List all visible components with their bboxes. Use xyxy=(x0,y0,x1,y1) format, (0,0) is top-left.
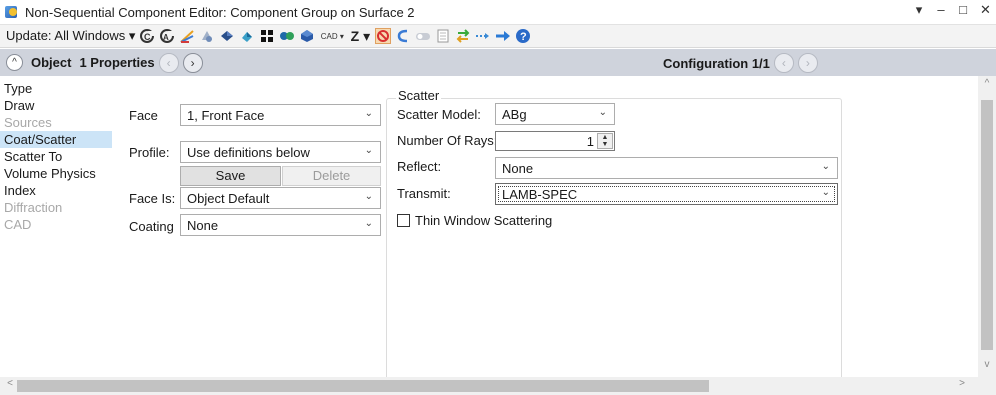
coating-label: Coating xyxy=(129,219,174,234)
scatter-model-label: Scatter Model: xyxy=(397,107,481,122)
prev-config-button[interactable]: ‹ xyxy=(773,53,794,73)
arrow-right-icon[interactable] xyxy=(495,28,511,44)
prev-object-button[interactable]: ‹ xyxy=(158,52,179,73)
grid-icon[interactable] xyxy=(259,28,275,44)
scatter-group-title: Scatter xyxy=(396,88,442,103)
scatter-model-select[interactable]: ABg ⌄ xyxy=(495,103,615,125)
transmit-label: Transmit: xyxy=(397,186,451,201)
profile-label: Profile: xyxy=(129,145,170,160)
toolbar: Update: All Windows ▾ C A CAD ▾ Z ▾ ? xyxy=(0,24,996,48)
configuration-label: Configuration 1/1 xyxy=(663,55,770,71)
scatter-model-value: ABg xyxy=(502,106,527,122)
reflect-label: Reflect: xyxy=(397,159,442,174)
nav-item-volume-physics[interactable]: Volume Physics xyxy=(0,165,112,182)
chevron-down-icon: ⌄ xyxy=(364,218,373,229)
thin-window-checkbox[interactable] xyxy=(397,214,410,227)
save-button[interactable]: Save xyxy=(180,166,281,186)
dots-icon[interactable] xyxy=(279,28,295,44)
delete-button[interactable]: Delete xyxy=(282,166,381,186)
nav-item-cad[interactable]: CAD xyxy=(0,216,112,233)
horizontal-scroll-thumb[interactable] xyxy=(17,380,709,392)
title-bar: Non-Sequential Component Editor: Compone… xyxy=(0,0,996,24)
window-controls: ▾ – □ ✕ xyxy=(914,2,991,18)
window-title: Non-Sequential Component Editor: Compone… xyxy=(25,4,415,20)
face-value: 1, Front Face xyxy=(187,107,265,123)
scroll-down-icon[interactable]: v xyxy=(978,359,996,375)
object-label: Object xyxy=(31,55,72,70)
chevron-down-icon: ⌄ xyxy=(364,108,373,119)
vertical-scroll-thumb[interactable] xyxy=(981,100,993,350)
nav-item-index[interactable]: Index xyxy=(0,182,112,199)
svg-text:A: A xyxy=(163,33,169,42)
spin-arrows-icon[interactable]: ▲ ▼ xyxy=(597,133,613,149)
app-icon xyxy=(5,5,19,19)
horizontal-scrollbar[interactable]: < > xyxy=(0,377,978,395)
toggle-icon[interactable] xyxy=(415,28,431,44)
object-icon[interactable] xyxy=(239,28,255,44)
face-select[interactable]: 1, Front Face ⌄ xyxy=(180,104,381,126)
page-icon[interactable] xyxy=(435,28,451,44)
next-config-button[interactable]: › xyxy=(797,53,818,73)
maximize-icon[interactable]: □ xyxy=(958,2,968,18)
dots-arrow-icon[interactable] xyxy=(475,28,491,44)
thin-window-label: Thin Window Scattering xyxy=(415,213,553,228)
sphere-icon[interactable] xyxy=(299,28,315,44)
profile-value: Use definitions below xyxy=(187,144,310,160)
no-icon[interactable] xyxy=(375,28,392,44)
chevron-down-icon: ⌄ xyxy=(364,191,373,202)
chevron-down-icon: ⌄ xyxy=(364,145,373,156)
scroll-corner xyxy=(978,377,996,395)
minimize-icon[interactable]: – xyxy=(936,2,946,18)
solid-model-icon[interactable] xyxy=(219,28,235,44)
undo-icon[interactable] xyxy=(395,28,411,44)
next-object-button[interactable]: › xyxy=(182,52,203,73)
collapse-icon[interactable]: ^ xyxy=(6,54,23,71)
scroll-right-icon[interactable]: > xyxy=(954,378,970,394)
nav-item-sources[interactable]: Sources xyxy=(0,114,112,131)
window-menu-icon[interactable]: ▾ xyxy=(914,2,924,18)
scroll-up-icon[interactable]: ^ xyxy=(978,78,996,94)
chevron-down-icon: ⌄ xyxy=(821,161,830,172)
ray-trace-icon[interactable] xyxy=(179,28,195,44)
property-nav: Type Draw Sources Coat/Scatter Scatter T… xyxy=(0,80,112,233)
nav-item-scatter-to[interactable]: Scatter To xyxy=(0,148,112,165)
number-of-rays-label: Number Of Rays: xyxy=(397,133,498,148)
reload-ca-icon[interactable]: A xyxy=(159,28,175,44)
coating-value: None xyxy=(187,217,219,233)
face-is-value: Object Default xyxy=(187,190,270,206)
nav-item-type[interactable]: Type xyxy=(0,80,112,97)
number-of-rays-value: 1 xyxy=(586,134,594,149)
nav-item-diffraction[interactable]: Diffraction xyxy=(0,199,112,216)
vertical-scrollbar[interactable]: ^ v xyxy=(978,76,996,377)
face-label: Face xyxy=(129,108,158,123)
scroll-left-icon[interactable]: < xyxy=(2,378,18,394)
shaded-model-icon[interactable] xyxy=(199,28,215,44)
svg-text:C: C xyxy=(144,32,151,42)
cad-dropdown[interactable]: CAD ▾ xyxy=(319,28,345,44)
nav-item-coat-scatter[interactable]: Coat/Scatter xyxy=(0,131,112,148)
properties-label: 1 Properties xyxy=(79,55,155,70)
update-dropdown[interactable]: Update: All Windows ▾ xyxy=(6,28,135,44)
face-is-select[interactable]: Object Default ⌄ xyxy=(180,187,381,209)
help-icon[interactable]: ? xyxy=(515,28,531,44)
reload-c-icon[interactable]: C xyxy=(139,28,155,44)
profile-select[interactable]: Use definitions below ⌄ xyxy=(180,141,381,163)
z-dropdown[interactable]: Z ▾ xyxy=(349,28,371,44)
face-is-label: Face Is: xyxy=(129,191,176,206)
nav-item-draw[interactable]: Draw xyxy=(0,97,112,114)
chevron-down-icon: ⌄ xyxy=(598,107,607,118)
reflect-select[interactable]: None ⌄ xyxy=(495,157,838,179)
number-of-rays-stepper[interactable]: 1 ▲ ▼ xyxy=(495,131,615,151)
configuration-group: Configuration 1/1 ‹ › xyxy=(663,53,818,73)
reflect-value: None xyxy=(502,160,534,176)
svg-text:?: ? xyxy=(520,31,527,43)
object-header-bar: ^ Object 1 Properties ‹ › Configuration … xyxy=(0,49,996,76)
chevron-down-icon: ⌄ xyxy=(821,187,830,198)
coating-select[interactable]: None ⌄ xyxy=(180,214,381,236)
transmit-select[interactable]: LAMB-SPEC ⌄ xyxy=(495,183,838,205)
close-icon[interactable]: ✕ xyxy=(980,2,991,18)
main-panel: Type Draw Sources Coat/Scatter Scatter T… xyxy=(0,76,978,380)
exchange-icon[interactable] xyxy=(455,28,471,44)
